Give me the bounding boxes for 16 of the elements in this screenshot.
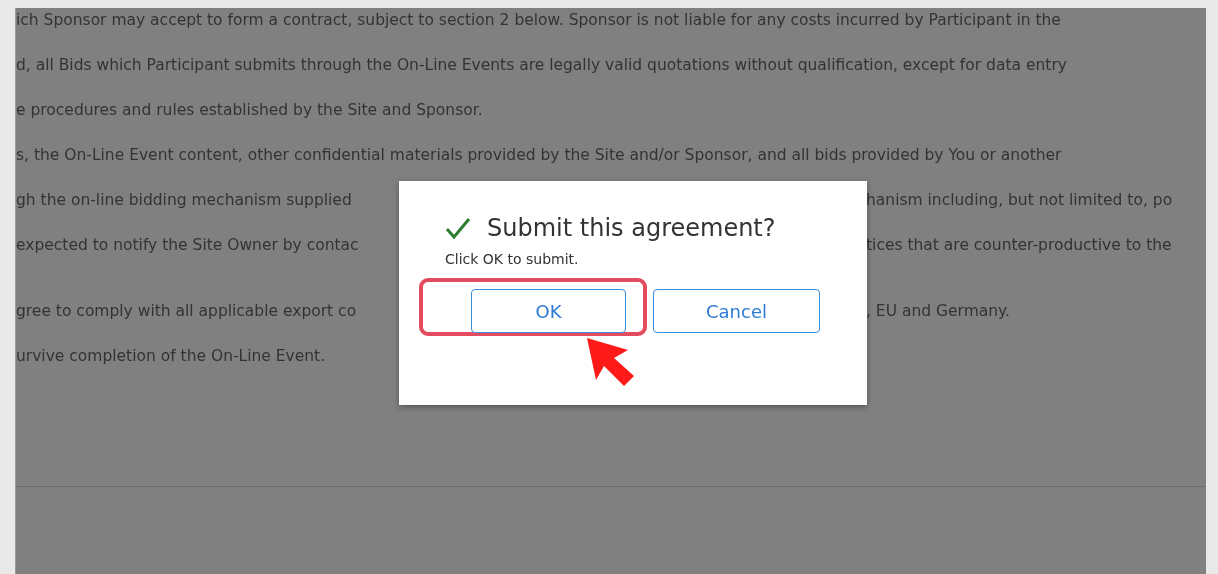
agreement-text: expected to notify the Site Owner by contac: [16, 235, 359, 256]
dialog-title: Submit this agreement?: [487, 213, 776, 244]
ok-button[interactable]: OK: [471, 289, 626, 333]
agreement-text: gh the on-line bidding mechanism supplied: [16, 190, 352, 211]
agreement-text: d, all Bids which Participant submits through the On-Line Events are legally valid quotations without qualification, except for data entry: [16, 55, 1067, 76]
agreement-text: urvive completion of the On-Line Event.: [16, 346, 326, 367]
agreement-text: hanism including, but not limited to, po: [866, 190, 1174, 211]
cancel-button[interactable]: Cancel: [653, 289, 820, 333]
dialog-message: Click OK to submit.: [445, 250, 580, 269]
agreement-text: s, the On-Line Event content, other confidential materials provided by the Site and/or Sponsor, and all bids provided by You or another: [16, 145, 1062, 166]
agreement-text: ich Sponsor may accept to form a contract, subject to section 2 below. Sponsor is not liable for any costs incurred by Participant in the: [16, 10, 1061, 31]
agreement-text: gree to comply with all applicable export co: [16, 301, 357, 322]
agreement-text: e procedures and rules established by the Site and Sponsor.: [16, 100, 483, 121]
agreement-text: , EU and Germany.: [866, 301, 1011, 322]
agreement-text: tices that are counter-productive to the: [866, 235, 1173, 256]
checkmark-icon: [445, 217, 471, 239]
